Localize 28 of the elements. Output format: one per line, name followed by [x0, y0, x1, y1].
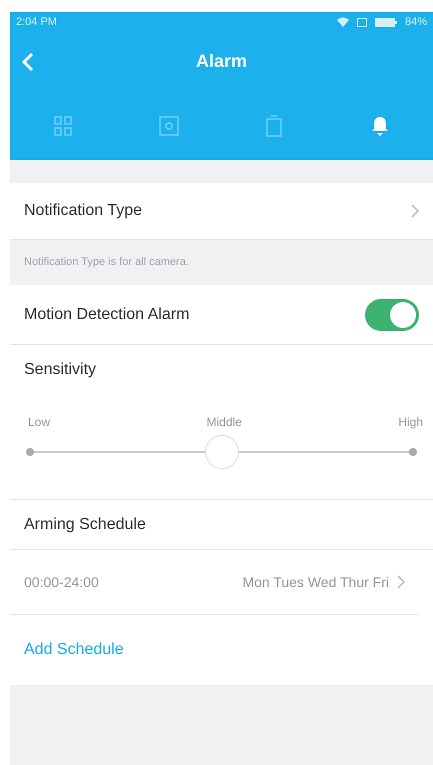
bell-icon [371, 116, 390, 136]
wifi-icon [336, 17, 349, 27]
row-label: Motion Detection Alarm [24, 304, 190, 324]
add-schedule-link[interactable]: Add Schedule [24, 638, 124, 662]
grid-icon [54, 116, 72, 136]
schedule-days: Mon Tues Wed Thur Fri [242, 572, 389, 592]
sim-icon [356, 18, 367, 26]
tick-label: High [398, 414, 423, 431]
battery-percent: 84% [404, 14, 427, 30]
status-time: 2:04 PM [16, 14, 57, 30]
slider-thumb[interactable] [204, 435, 238, 469]
square-icon [158, 116, 179, 136]
section-label: Sensitivity [24, 360, 96, 380]
section-label: Arming Schedule [24, 514, 146, 534]
schedule-time: 00:00-24:00 [24, 572, 99, 592]
back-icon [22, 52, 34, 72]
row-label: Notification Type [24, 201, 142, 221]
tick-label: Middle [206, 414, 242, 431]
hint-text: Notification Type is for all camera. [23, 255, 190, 270]
slider-end-dot [409, 448, 417, 456]
screen-title: Alarm [196, 51, 248, 73]
chevron-icon[interactable] [397, 575, 405, 589]
battery-icon [374, 18, 397, 26]
card-icon [266, 115, 282, 137]
slider-end-dot [26, 448, 34, 456]
toggle-switch[interactable] [365, 298, 419, 330]
chevron-icon[interactable] [411, 204, 419, 218]
tick-label: Low [28, 414, 50, 431]
